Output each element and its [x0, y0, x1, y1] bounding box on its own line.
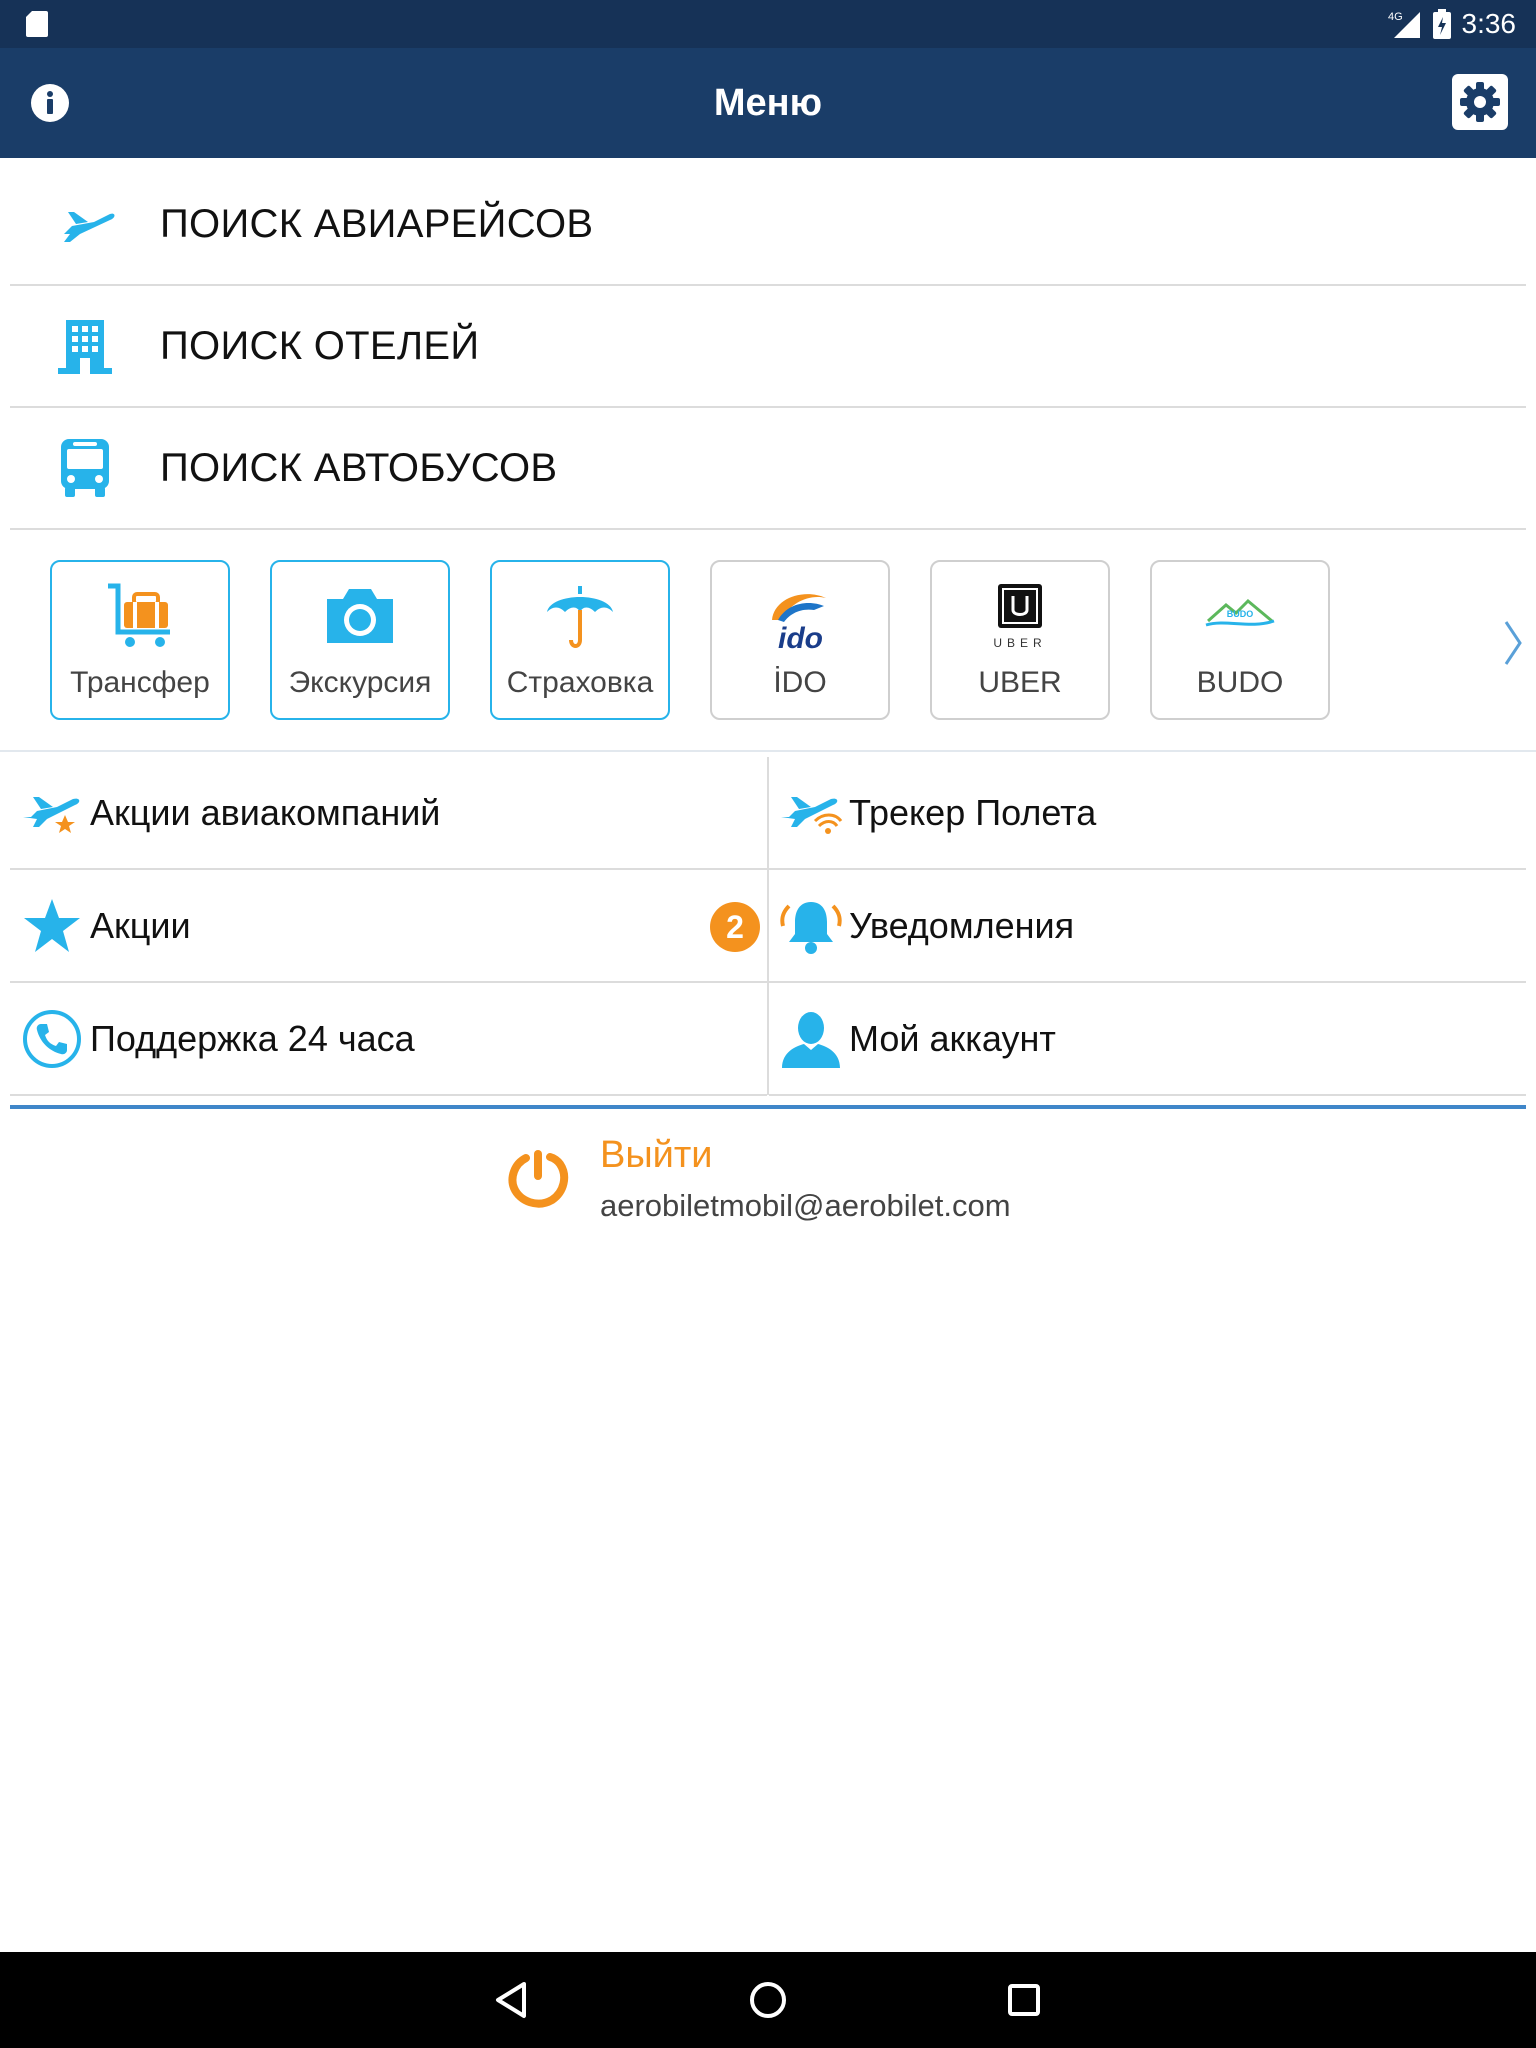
uber-logo: UBER	[993, 584, 1046, 650]
grid-item-label: Трекер Полета	[849, 791, 1097, 833]
grid-item-label: Мой аккаунт	[849, 1017, 1056, 1059]
grid-item-label: Акции авиакомпаний	[90, 791, 441, 833]
power-icon	[508, 1150, 569, 1208]
service-insurance[interactable]: Страховка	[490, 560, 670, 720]
service-label: BUDO	[1196, 666, 1284, 699]
chevron-right-icon[interactable]	[1502, 618, 1524, 668]
menu-item-support[interactable]: Поддержка 24 часа	[10, 983, 767, 1096]
service-excursion[interactable]: Экскурсия	[270, 560, 450, 720]
grid-item-label: Акции	[90, 904, 191, 946]
phone-icon	[23, 1009, 81, 1068]
menu-item-hotels[interactable]: ПОИСК ОТЕЛЕЙ	[10, 286, 1526, 408]
menu-item-label: ПОИСК АВТОБУСОВ	[160, 445, 558, 490]
battery-icon	[1432, 9, 1451, 39]
recents-button[interactable]	[994, 1970, 1054, 2030]
back-button[interactable]	[482, 1970, 542, 2030]
flight-tracker-icon	[781, 796, 843, 834]
svg-text:BUDO: BUDO	[1227, 609, 1254, 619]
menu-item-label: ПОИСК АВИАРЕЙСОВ	[160, 201, 594, 246]
luggage-cart-icon	[108, 583, 170, 647]
user-icon	[782, 1011, 840, 1068]
sd-card-icon	[26, 11, 48, 37]
service-budo[interactable]: BUDO BUDO	[1150, 560, 1330, 720]
menu-item-buses[interactable]: ПОИСК АВТОБУСОВ	[10, 408, 1526, 530]
umbrella-icon	[547, 586, 613, 648]
deals-count-badge: 2	[710, 902, 760, 952]
budo-logo: BUDO	[1205, 598, 1275, 627]
page-title: Меню	[713, 82, 823, 124]
menu-item-flight-tracker[interactable]: Трекер Полета	[769, 757, 1526, 870]
bus-icon	[61, 439, 109, 497]
airplane-icon	[56, 212, 115, 242]
grid-item-label: Поддержка 24 часа	[90, 1017, 415, 1059]
svg-text:UBER: UBER	[993, 636, 1046, 650]
hotel-icon	[58, 320, 112, 374]
services-strip: Трансфер Экскурсия Страховка ido İDO UBE…	[0, 530, 1536, 752]
logout-label: Выйти	[600, 1134, 713, 1176]
svg-text:4G: 4G	[1388, 11, 1403, 23]
service-uber[interactable]: UBER UBER	[930, 560, 1110, 720]
airline-star-icon	[23, 796, 80, 833]
menu-item-notifications[interactable]: Уведомления	[769, 870, 1526, 983]
status-bar: 4G 3:36	[0, 0, 1536, 48]
service-transfer[interactable]: Трансфер	[50, 560, 230, 720]
home-icon	[750, 1982, 786, 2018]
service-label: Трансфер	[70, 666, 210, 699]
clock: 3:36	[1461, 8, 1517, 39]
back-icon	[496, 1982, 526, 2018]
account-email: aerobiletmobil@aerobilet.com	[600, 1188, 1011, 1223]
gear-icon[interactable]	[1452, 74, 1508, 130]
menu-item-label: ПОИСК ОТЕЛЕЙ	[160, 323, 480, 368]
bell-icon	[780, 901, 842, 954]
grid-divider	[767, 757, 769, 1095]
system-nav-bar	[0, 1952, 1536, 2048]
camera-icon	[327, 589, 393, 643]
service-label: UBER	[978, 666, 1062, 699]
service-label: İDO	[773, 666, 827, 699]
home-button[interactable]	[738, 1970, 798, 2030]
menu-item-deals[interactable]: Акции	[10, 870, 767, 983]
service-label: Экскурсия	[288, 666, 432, 699]
app-bar: Меню	[0, 48, 1536, 158]
ido-logo: ido	[772, 594, 826, 652]
logout-button[interactable]: Выйти aerobiletmobil@aerobilet.com	[506, 1128, 1106, 1238]
star-icon	[24, 898, 80, 952]
signal-icon: 4G	[1388, 11, 1420, 38]
svg-text:ido: ido	[778, 622, 823, 652]
menu-item-airline-deals[interactable]: Акции авиакомпаний	[10, 757, 767, 870]
service-ido[interactable]: ido İDO	[710, 560, 890, 720]
menu-item-my-account[interactable]: Мой аккаунт	[769, 983, 1526, 1096]
menu-item-flights[interactable]: ПОИСК АВИАРЕЙСОВ	[10, 164, 1526, 286]
service-label: Страховка	[506, 666, 654, 699]
section-divider	[10, 1105, 1526, 1109]
recents-icon	[1008, 1984, 1040, 2016]
grid-item-label: Уведомления	[849, 904, 1075, 946]
